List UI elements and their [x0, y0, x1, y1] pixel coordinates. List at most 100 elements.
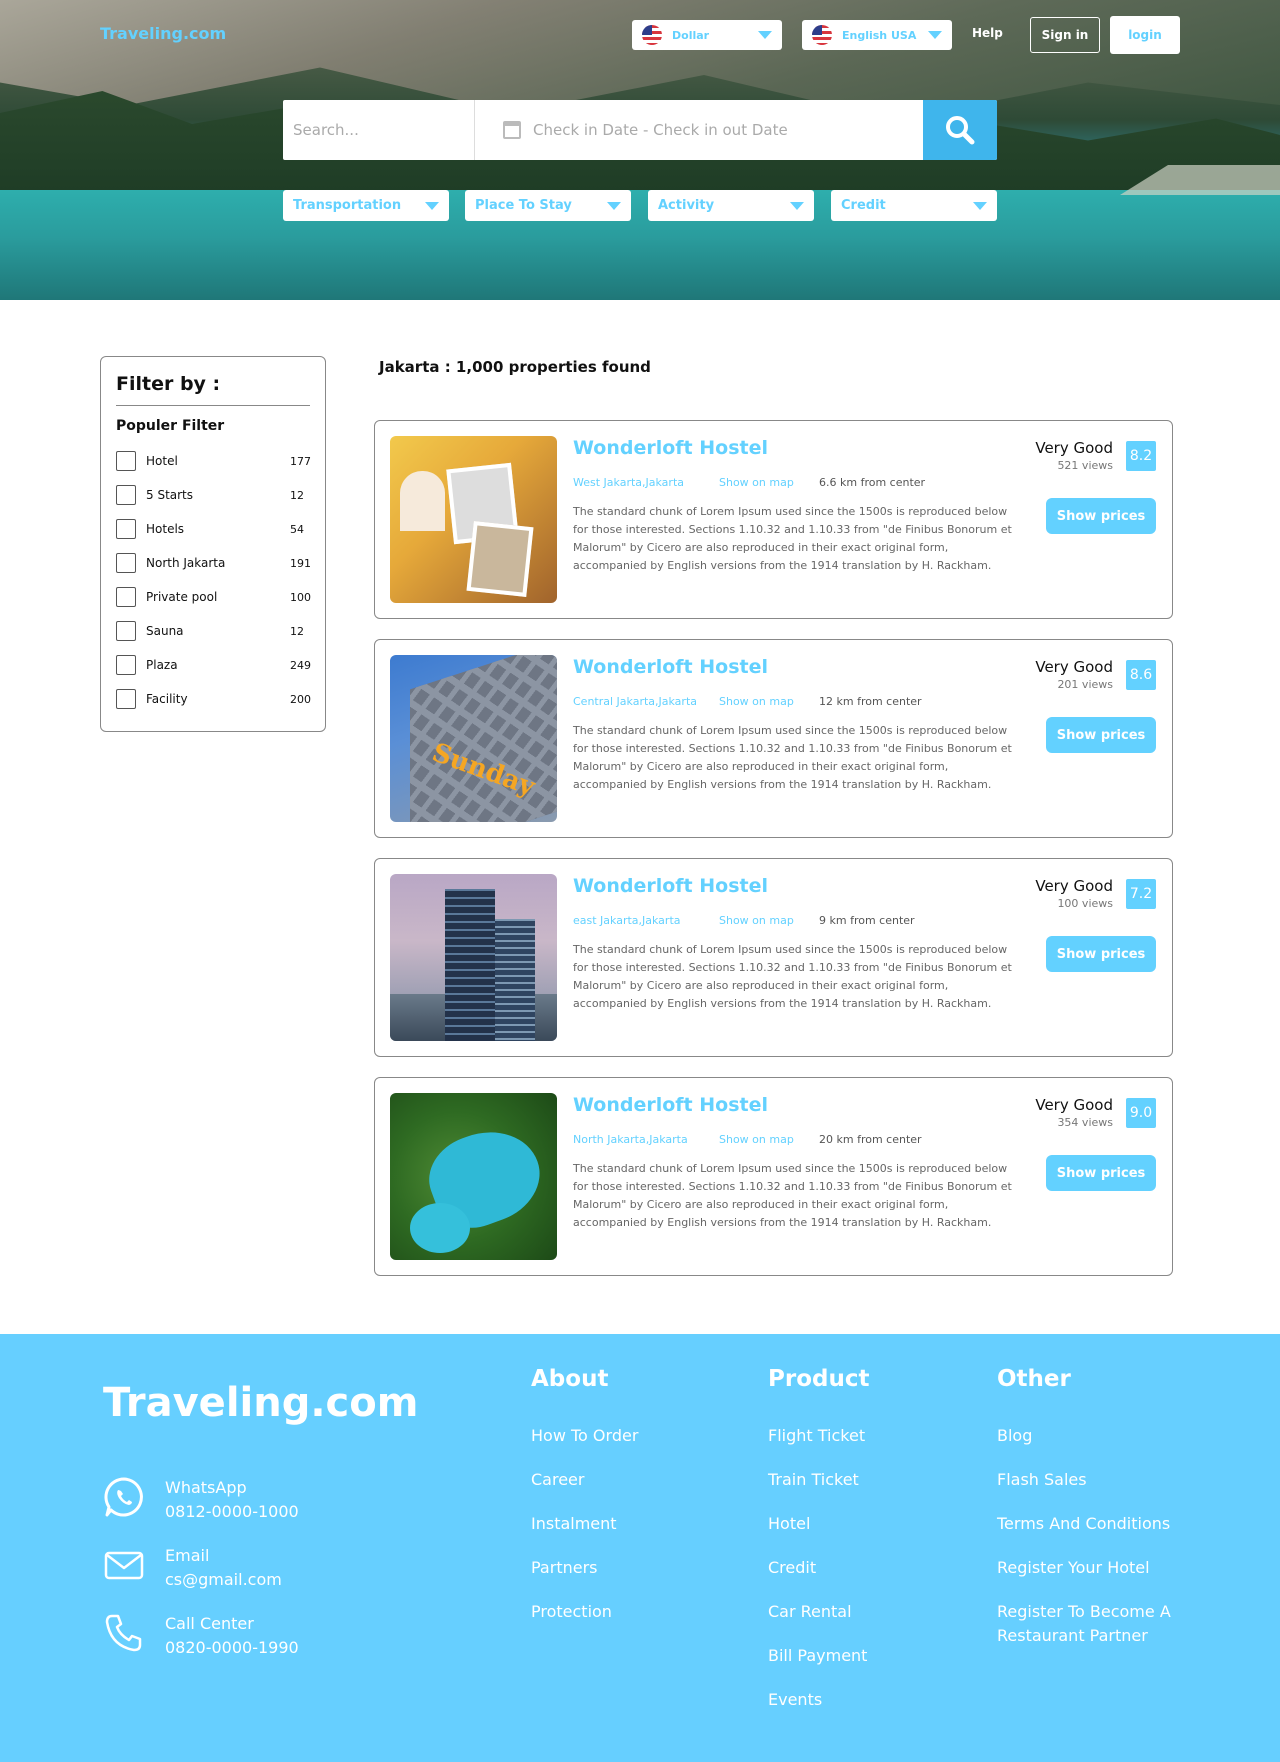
footer-link[interactable]: Instalment — [531, 1512, 638, 1536]
dropdown-credit[interactable]: Credit — [831, 190, 997, 221]
show-prices-button[interactable]: Show prices — [1046, 717, 1156, 753]
checkbox[interactable] — [116, 451, 136, 471]
login-button[interactable]: login — [1110, 16, 1180, 54]
chevron-down-icon — [928, 31, 942, 39]
contact-whatsapp[interactable]: WhatsApp 0812-0000-1000 — [103, 1476, 299, 1524]
footer-link[interactable]: Hotel — [768, 1512, 869, 1536]
footer-link[interactable]: Train Ticket — [768, 1468, 869, 1492]
checkbox[interactable] — [116, 689, 136, 709]
help-link[interactable]: Help — [972, 26, 1003, 40]
contact-label: Email — [165, 1546, 210, 1565]
filter-title: Filter by : — [116, 373, 310, 406]
filter-option-5-starts[interactable]: 5 Starts 12 — [116, 478, 310, 512]
hotel-name-link[interactable]: Wonderloft Hostel — [573, 875, 768, 897]
footer: Traveling.com WhatsApp 0812-0000-1000 Em… — [0, 1334, 1280, 1762]
view-count: 521 views — [1057, 459, 1113, 472]
contact-label: WhatsApp — [165, 1478, 247, 1497]
contact-email[interactable]: Email cs@gmail.com — [103, 1544, 282, 1592]
currency-label: Dollar — [672, 28, 710, 42]
contact-value: 0820-0000-1990 — [165, 1638, 299, 1657]
search-input[interactable] — [283, 100, 475, 160]
filter-count: 177 — [290, 454, 311, 468]
checkbox[interactable] — [116, 587, 136, 607]
contact-label: Call Center — [165, 1614, 254, 1633]
footer-link[interactable]: Register Your Hotel — [997, 1556, 1197, 1580]
filter-option-facility[interactable]: Facility 200 — [116, 682, 311, 716]
filter-option-sauna[interactable]: Sauna 12 — [116, 614, 310, 648]
us-flag-icon — [812, 25, 832, 45]
site-logo[interactable]: Traveling.com — [100, 24, 226, 43]
language-select[interactable]: English USA — [802, 20, 952, 50]
checkbox[interactable] — [116, 553, 136, 573]
contact-call-center[interactable]: Call Center 0820-0000-1990 — [103, 1612, 299, 1660]
show-on-map-link[interactable]: Show on map — [719, 914, 794, 927]
dropdown-transportation[interactable]: Transportation — [283, 190, 449, 221]
filter-option-private-pool[interactable]: Private pool 100 — [116, 580, 311, 614]
chevron-down-icon — [607, 201, 621, 210]
hotel-description: The standard chunk of Lorem Ipsum used s… — [573, 943, 1012, 1010]
us-flag-icon — [642, 25, 662, 45]
filter-option-plaza[interactable]: Plaza 249 — [116, 648, 311, 682]
footer-link[interactable]: How To Order — [531, 1424, 638, 1448]
search-button[interactable] — [923, 100, 997, 160]
show-on-map-link[interactable]: Show on map — [719, 695, 794, 708]
checkbox[interactable] — [116, 621, 136, 641]
dropdown-activity[interactable]: Activity — [648, 190, 814, 221]
search-icon — [946, 116, 975, 145]
footer-link[interactable]: Career — [531, 1468, 638, 1492]
checkbox[interactable] — [116, 485, 136, 505]
lake-backdrop — [0, 175, 1280, 300]
hero-banner: Traveling.com Dollar English USA Help Si… — [0, 0, 1280, 300]
hotel-photo[interactable]: Sunday — [390, 655, 557, 822]
filter-subtitle: Populer Filter — [116, 418, 225, 434]
dropdown-label: Transportation — [293, 198, 402, 213]
filter-label: Hotels — [146, 522, 185, 536]
date-range-placeholder: Check in Date - Check in out Date — [533, 121, 788, 139]
filter-label: 5 Starts — [146, 488, 194, 502]
rating-text: Very Good — [1035, 877, 1113, 895]
footer-link[interactable]: Register To Become A Restaurant Partner — [997, 1600, 1197, 1648]
hotel-name-link[interactable]: Wonderloft Hostel — [573, 656, 768, 678]
show-prices-button[interactable]: Show prices — [1046, 936, 1156, 972]
footer-logo[interactable]: Traveling.com — [103, 1380, 418, 1426]
checkbox[interactable] — [116, 655, 136, 675]
phone-icon — [105, 1614, 142, 1652]
currency-select[interactable]: Dollar — [632, 20, 782, 50]
footer-link[interactable]: Protection — [531, 1600, 638, 1624]
footer-link[interactable]: Bill Payment — [768, 1644, 869, 1668]
filter-option-north-jakarta[interactable]: North Jakarta 191 — [116, 546, 311, 580]
date-range-field[interactable]: Check in Date - Check in out Date — [475, 100, 923, 160]
filter-count: 249 — [290, 658, 311, 672]
hotel-photo[interactable] — [390, 1093, 557, 1260]
footer-link[interactable]: Car Rental — [768, 1600, 869, 1624]
hotel-location: east Jakarta,Jakarta — [573, 914, 681, 927]
footer-link[interactable]: Flash Sales — [997, 1468, 1197, 1492]
filter-option-hotel[interactable]: Hotel 177 — [116, 444, 311, 478]
sign-in-button[interactable]: Sign in — [1030, 17, 1100, 53]
hotel-location: West Jakarta,Jakarta — [573, 476, 684, 489]
view-count: 201 views — [1057, 678, 1113, 691]
rating-text: Very Good — [1035, 439, 1113, 457]
filter-count: 12 — [290, 624, 304, 638]
show-on-map-link[interactable]: Show on map — [719, 1133, 794, 1146]
dropdown-place-to-stay[interactable]: Place To Stay — [465, 190, 631, 221]
hotel-photo[interactable] — [390, 874, 557, 1041]
chevron-down-icon — [758, 31, 772, 39]
footer-link[interactable]: Credit — [768, 1556, 869, 1580]
filter-label: Sauna — [146, 624, 184, 638]
checkbox[interactable] — [116, 519, 136, 539]
hotel-name-link[interactable]: Wonderloft Hostel — [573, 1094, 768, 1116]
show-prices-button[interactable]: Show prices — [1046, 1155, 1156, 1191]
footer-link[interactable]: Terms And Conditions — [997, 1512, 1197, 1536]
view-count: 100 views — [1057, 897, 1113, 910]
show-prices-button[interactable]: Show prices — [1046, 498, 1156, 534]
footer-link[interactable]: Blog — [997, 1424, 1197, 1448]
footer-link[interactable]: Flight Ticket — [768, 1424, 869, 1448]
footer-column-title: About — [531, 1366, 609, 1392]
footer-link[interactable]: Events — [768, 1688, 869, 1712]
hotel-photo[interactable] — [390, 436, 557, 603]
hotel-name-link[interactable]: Wonderloft Hostel — [573, 437, 768, 459]
show-on-map-link[interactable]: Show on map — [719, 476, 794, 489]
footer-link[interactable]: Partners — [531, 1556, 638, 1580]
filter-option-hotels[interactable]: Hotels 54 — [116, 512, 310, 546]
